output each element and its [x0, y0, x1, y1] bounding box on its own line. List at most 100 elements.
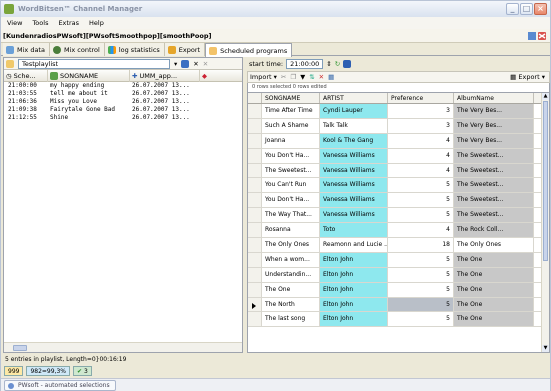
- row-selector[interactable]: [248, 238, 262, 252]
- col-artist[interactable]: ARTIST: [320, 93, 388, 103]
- cell-artist[interactable]: Elton John: [320, 252, 388, 267]
- cell-album[interactable]: The Sweetest...: [454, 163, 534, 178]
- cell-song[interactable]: The last song: [262, 312, 320, 327]
- cell-song[interactable]: Such A Shame: [262, 118, 320, 133]
- col-songname[interactable]: SONGNAME: [48, 69, 130, 82]
- dropdown-arrow-icon[interactable]: ▾: [174, 60, 177, 68]
- cell-song[interactable]: Rosanna: [262, 223, 320, 238]
- cell-artist[interactable]: Cyndi Lauper: [320, 104, 388, 118]
- row-selector[interactable]: [248, 193, 262, 208]
- grid-row[interactable]: Understandin... Elton John 5 The One: [248, 267, 549, 283]
- minimize-button[interactable]: _: [506, 3, 519, 15]
- cell-album[interactable]: The Very Bes...: [454, 104, 534, 118]
- grid-row[interactable]: Rosanna Toto 4 The Rock Coll...: [248, 223, 549, 239]
- grid-row[interactable]: The Way That... Vanessa Williams 5 The S…: [248, 208, 549, 224]
- refresh-icon[interactable]: ↻: [335, 60, 340, 68]
- channel-tools-icon[interactable]: [528, 31, 546, 41]
- cell-preference[interactable]: 18: [388, 238, 454, 252]
- tab-scheduled-programs[interactable]: Scheduled programs: [205, 43, 293, 57]
- cell-album[interactable]: The Sweetest...: [454, 148, 534, 163]
- cell-song[interactable]: The Only Ones: [262, 238, 320, 252]
- grid-row[interactable]: You Don't Ha... Vanessa Williams 4 The S…: [248, 148, 549, 164]
- cell-preference[interactable]: 5: [388, 267, 454, 282]
- cell-preference[interactable]: 5: [388, 252, 454, 267]
- cell-artist[interactable]: Vanessa Williams: [320, 163, 388, 178]
- playlist-row[interactable]: 21:06:36 Miss you Love 26.07.2007 13...: [4, 98, 242, 106]
- cell-artist[interactable]: Elton John: [320, 297, 388, 312]
- row-selector[interactable]: [248, 312, 262, 327]
- cell-preference[interactable]: 5: [388, 312, 454, 327]
- row-selector[interactable]: [248, 178, 262, 193]
- taskbar-item[interactable]: PWsoft - automated selections: [4, 380, 116, 391]
- cell-song[interactable]: When a wom...: [262, 252, 320, 267]
- grid-row[interactable]: You Don't Ha... Vanessa Williams 5 The S…: [248, 193, 549, 209]
- menu-view[interactable]: View: [7, 17, 22, 29]
- cell-song[interactable]: Joanna: [262, 133, 320, 148]
- cell-artist[interactable]: Elton John: [320, 312, 388, 327]
- cell-preference[interactable]: 5: [388, 193, 454, 208]
- cell-song[interactable]: You Don't Ha...: [262, 193, 320, 208]
- playlist-row[interactable]: 21:03:55 tell me about it 26.07.2007 13...: [4, 90, 242, 98]
- import-button[interactable]: Import ▾: [250, 73, 277, 81]
- close-playlist-icon[interactable]: ✕: [203, 60, 208, 68]
- sort-icon[interactable]: ⇅: [309, 73, 314, 81]
- cell-preference[interactable]: 4: [388, 223, 454, 238]
- cell-album[interactable]: The Only Ones: [454, 238, 534, 252]
- menu-extras[interactable]: Extras: [58, 17, 79, 29]
- cell-preference[interactable]: 5: [388, 282, 454, 297]
- row-selector[interactable]: [248, 252, 262, 267]
- cell-album[interactable]: The Rock Coll...: [454, 223, 534, 238]
- cell-album[interactable]: The One: [454, 282, 534, 297]
- cut-icon[interactable]: ✂: [281, 73, 286, 81]
- grid-row[interactable]: You Can't Run Vanessa Williams 5 The Swe…: [248, 178, 549, 194]
- playlist-select[interactable]: Testplaylist: [18, 58, 170, 69]
- cell-album[interactable]: The Very Bes...: [454, 118, 534, 133]
- cell-preference[interactable]: 5: [388, 297, 454, 312]
- cell-song[interactable]: The Way That...: [262, 208, 320, 223]
- grid-row[interactable]: When a wom... Elton John 5 The One: [248, 252, 549, 268]
- tab-log-statistics[interactable]: log statistics: [104, 43, 165, 56]
- scroll-up-icon[interactable]: ▲: [542, 93, 549, 100]
- cell-album[interactable]: The One: [454, 252, 534, 267]
- menu-tools[interactable]: Tools: [32, 17, 48, 29]
- cell-album[interactable]: The One: [454, 312, 534, 327]
- grid-row[interactable]: The Sweetest... Vanessa Williams 4 The S…: [248, 163, 549, 179]
- cell-preference[interactable]: 4: [388, 133, 454, 148]
- row-selector[interactable]: [248, 208, 262, 223]
- cell-artist[interactable]: Elton John: [320, 267, 388, 282]
- cell-preference[interactable]: 5: [388, 208, 454, 223]
- cell-artist[interactable]: Vanessa Williams: [320, 193, 388, 208]
- row-selector[interactable]: [248, 104, 262, 118]
- export-grid-button[interactable]: ▦ Export ▾: [510, 73, 545, 81]
- tab-mix-control[interactable]: Mix control: [49, 43, 105, 56]
- col-album[interactable]: AlbumName: [454, 93, 534, 103]
- cell-song[interactable]: The Sweetest...: [262, 163, 320, 178]
- filter-icon[interactable]: ▼: [300, 73, 305, 81]
- cell-album[interactable]: The One: [454, 297, 534, 312]
- col-song[interactable]: SONGNAME: [262, 93, 320, 103]
- grid-row[interactable]: The last song Elton John 5 The One: [248, 312, 549, 328]
- cell-preference[interactable]: 3: [388, 118, 454, 133]
- cell-song[interactable]: The North: [262, 297, 320, 312]
- cell-song[interactable]: You Don't Ha...: [262, 148, 320, 163]
- vertical-scrollbar[interactable]: ▲ ▼: [541, 93, 549, 352]
- cell-album[interactable]: The One: [454, 267, 534, 282]
- row-selector[interactable]: [248, 282, 262, 297]
- cell-artist[interactable]: Talk Talk: [320, 118, 388, 133]
- spin-icon[interactable]: ⇕: [326, 60, 331, 68]
- cell-song[interactable]: Time After Time: [262, 104, 320, 118]
- playlist-row[interactable]: 21:00:00 my happy ending 26.07.2007 13...: [4, 82, 242, 90]
- copy-icon[interactable]: ❐: [290, 73, 296, 81]
- maximize-button[interactable]: □: [520, 3, 533, 15]
- grid-row[interactable]: Such A Shame Talk Talk 3 The Very Bes...: [248, 118, 549, 134]
- cell-song[interactable]: Understandin...: [262, 267, 320, 282]
- cell-preference[interactable]: 4: [388, 163, 454, 178]
- grid-row[interactable]: Joanna Kool & The Gang 4 The Very Bes...: [248, 133, 549, 149]
- remove-icon[interactable]: ✕: [193, 60, 198, 68]
- start-time-input[interactable]: 21:00:00: [286, 58, 324, 69]
- row-selector[interactable]: [248, 297, 262, 312]
- cell-album[interactable]: The Sweetest...: [454, 178, 534, 193]
- playlist-row[interactable]: 21:12:55 Shine 26.07.2007 13...: [4, 114, 242, 122]
- grid-row[interactable]: The North Elton John 5 The One: [248, 297, 549, 313]
- col-date[interactable]: ✚ UMM_app...: [130, 69, 200, 82]
